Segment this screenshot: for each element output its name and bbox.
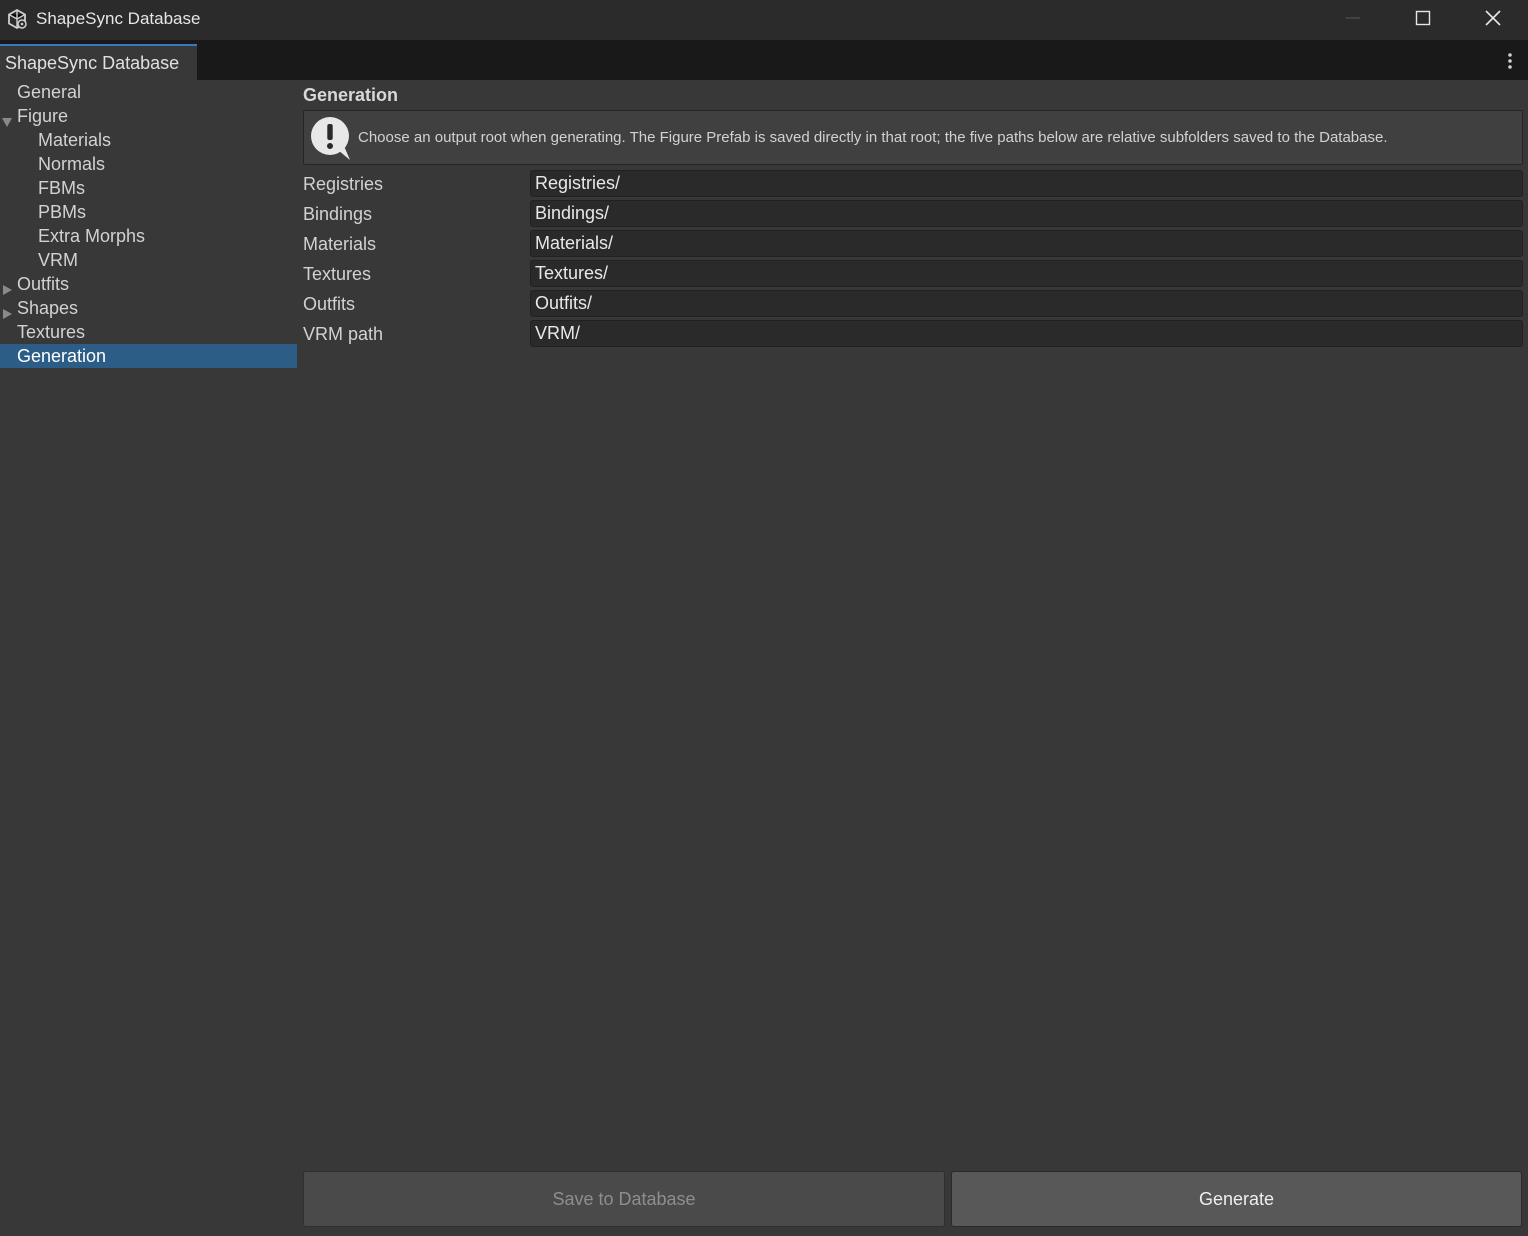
sidebar-item-materials[interactable]: Materials [0,128,297,152]
vrm-path-label: VRM path [303,324,384,344]
registries-label: Registries [303,174,384,194]
maximize-icon [1415,10,1431,30]
sidebar-item-fbms[interactable]: FBMs [0,176,297,200]
tab-strip: ShapeSync Database [0,40,1528,80]
generate-button[interactable]: Generate [951,1171,1522,1227]
materials-label: Materials [303,234,377,254]
sidebar-item-label: General [17,82,82,102]
window-title: ShapeSync Database [36,9,201,28]
sidebar-tree: General Figure Materials Normals FBMs PBMs Ext… [0,80,297,1236]
sidebar-item-normals[interactable]: Normals [0,152,297,176]
sidebar-item-label: Extra Morphs [38,226,146,246]
more-options-icon[interactable] [1500,50,1520,72]
field-row-bindings: Bindings [303,200,1523,228]
section-title: Generation [303,85,399,105]
sidebar-item-outfits[interactable]: Outfits [0,272,297,296]
materials-input[interactable] [530,230,1523,257]
sidebar-item-vrm[interactable]: VRM [0,248,297,272]
field-row-textures: Textures [303,260,1523,288]
sidebar-item-label: Figure [17,106,69,126]
maximize-button[interactable] [1388,0,1458,40]
warning-icon [310,116,352,160]
sidebar-item-generation[interactable]: Generation [0,344,297,368]
textures-input[interactable] [530,260,1523,287]
sidebar-item-label: VRM [38,250,78,270]
field-row-outfits: Outfits [303,290,1523,318]
sidebar-item-extra-morphs[interactable]: Extra Morphs [0,224,297,248]
sidebar-item-shapes[interactable]: Shapes [0,296,297,320]
help-text: Choose an output root when generating. T… [358,129,1388,146]
vrm-path-input[interactable] [530,320,1523,347]
triangle-right-icon[interactable] [1,278,13,295]
sidebar-item-figure[interactable]: Figure [0,104,297,128]
minimize-icon [1345,10,1361,30]
sidebar-item-label: Normals [38,154,106,174]
field-row-materials: Materials [303,230,1523,258]
sidebar-item-label: Generation [17,346,107,366]
textures-label: Textures [303,264,372,284]
shapesync-window: ShapeSync Database ShapeSync Database Ge… [0,0,1528,1236]
outfits-label: Outfits [303,294,356,314]
minimize-button[interactable] [1318,0,1388,40]
sidebar-item-label: Shapes [17,298,79,318]
outfits-input[interactable] [530,290,1523,317]
title-bar[interactable]: ShapeSync Database [0,0,1528,40]
main-panel: Generation Choose an output root when ge… [297,80,1528,1236]
registries-input[interactable] [530,170,1523,197]
unity-app-icon [6,8,28,30]
sidebar-item-label: Materials [38,130,112,150]
field-row-vrm-path: VRM path [303,320,1523,348]
sidebar-item-textures[interactable]: Textures [0,320,297,344]
close-icon [1484,9,1502,31]
tab-shapesync-database[interactable]: ShapeSync Database [0,44,197,80]
bindings-input[interactable] [530,200,1523,227]
close-button[interactable] [1458,0,1528,40]
sidebar-item-label: PBMs [38,202,87,222]
bindings-label: Bindings [303,204,373,224]
sidebar-item-label: FBMs [38,178,85,198]
sidebar-item-general[interactable]: General [0,80,297,104]
sidebar-item-label: Textures [17,322,86,342]
triangle-right-icon[interactable] [1,302,13,319]
sidebar-item-pbms[interactable]: PBMs [0,200,297,224]
triangle-down-icon[interactable] [1,110,13,127]
help-box: Choose an output root when generating. T… [303,110,1523,165]
field-row-registries: Registries [303,170,1523,198]
save-to-database-button[interactable]: Save to Database [303,1171,945,1227]
sidebar-item-label: Outfits [17,274,70,294]
